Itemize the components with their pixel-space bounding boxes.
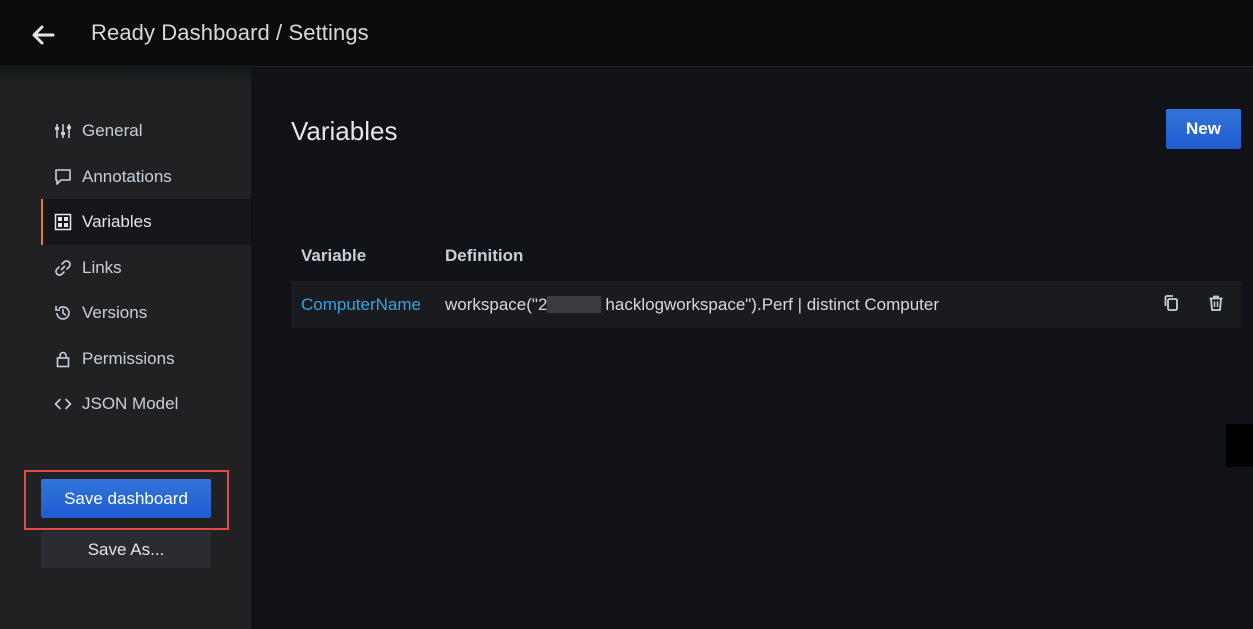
new-variable-button[interactable]: New: [1166, 109, 1241, 149]
sidebar-item-permissions[interactable]: Permissions: [41, 336, 251, 382]
duplicate-button[interactable]: [1160, 292, 1182, 314]
table-row: ComputerName workspace("2 hacklogworkspac…: [291, 281, 1241, 328]
sidebar-item-general[interactable]: General: [41, 108, 251, 154]
copy-icon: [1164, 295, 1178, 311]
main-content: Variables New Variable Definition Comput…: [251, 68, 1253, 629]
column-header-variable: Variable: [301, 246, 367, 265]
edge-block: [1226, 424, 1253, 467]
sidebar-item-label: Permissions: [82, 349, 175, 368]
calculator-icon: [53, 212, 73, 232]
save-dashboard-button[interactable]: Save dashboard: [41, 479, 211, 518]
link-icon: [53, 258, 73, 278]
page-title: Ready Dashboard / Settings: [91, 20, 369, 45]
trash-icon: [1209, 295, 1223, 311]
sidebar-item-variables[interactable]: Variables: [41, 199, 251, 245]
definition-suffix: hacklogworkspace").Perf | distinct Compu…: [605, 295, 940, 314]
variable-definition: workspace("2 hacklogworkspace").Perf | di…: [445, 295, 939, 315]
arrow-left-icon: [32, 25, 55, 45]
sidebar-item-label: Versions: [82, 303, 148, 322]
code-icon: [53, 394, 73, 414]
delete-button[interactable]: [1205, 292, 1227, 314]
sidebar-item-label: Variables: [82, 212, 152, 231]
lock-icon: [53, 349, 73, 369]
sidebar-item-json-model[interactable]: JSON Model: [41, 381, 251, 427]
save-as-button[interactable]: Save As...: [41, 531, 211, 568]
sidebar-item-label: Links: [82, 258, 122, 277]
variable-name-link[interactable]: ComputerName: [301, 295, 421, 315]
sidebar-item-links[interactable]: Links: [41, 245, 251, 291]
sidebar-item-annotations[interactable]: Annotations: [41, 154, 251, 200]
definition-prefix: workspace("2: [445, 295, 548, 314]
top-bar: Ready Dashboard / Settings: [0, 0, 1253, 67]
section-heading: Variables: [291, 116, 398, 146]
back-button[interactable]: [28, 20, 58, 50]
sidebar-item-versions[interactable]: Versions: [41, 290, 251, 336]
redacted-block: [547, 296, 602, 313]
column-header-definition: Definition: [445, 246, 524, 265]
sidebar-item-label: Annotations: [82, 167, 172, 186]
history-icon: [53, 303, 73, 323]
sliders-icon: [53, 121, 73, 141]
sidebar-item-label: General: [82, 121, 143, 140]
sidebar-item-label: JSON Model: [82, 394, 179, 413]
comment-icon: [53, 167, 73, 187]
